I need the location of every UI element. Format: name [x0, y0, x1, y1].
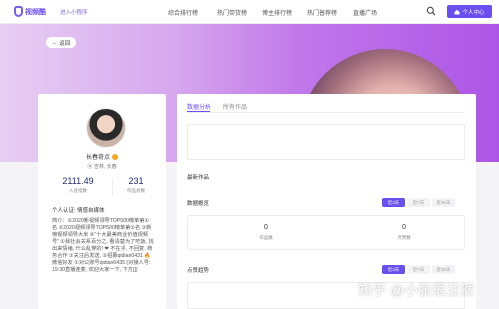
trend-range-30d[interactable]: 近30天: [432, 265, 455, 274]
certification: 个人认证: 情感自媒体: [52, 208, 105, 214]
personal-center-button[interactable]: 个人中心: [447, 5, 492, 18]
works-value: 231: [128, 176, 144, 186]
logo-text: 视频酷: [25, 8, 46, 16]
arrow-left-icon: ←: [51, 39, 58, 46]
likes-label: 入驻指数: [69, 188, 87, 193]
summary-box: [187, 124, 465, 160]
profile-intro: 简介：①2020新视频领导TOP500榜单第①名 ②2020视频领导TOP500…: [52, 218, 154, 273]
tab-all-works[interactable]: 所有作品: [223, 102, 247, 111]
profile-name: 长春奇点: [85, 155, 110, 161]
nav-blogger-rank[interactable]: 博主排行榜: [262, 8, 292, 17]
tab-divider: [187, 112, 465, 113]
likes-count-value: 0: [402, 224, 406, 231]
overview-range-7d[interactable]: 近7天: [407, 198, 430, 207]
trend-range-7d[interactable]: 近7天: [407, 265, 430, 274]
profile-location: 吉林, 长春: [93, 164, 117, 170]
active-tab-indicator: [187, 111, 210, 112]
back-button[interactable]: ← 返回: [46, 37, 76, 48]
personal-center-label: 个人中心: [462, 9, 485, 16]
overview-range-30d[interactable]: 近30天: [432, 198, 455, 207]
overview-box: 0 作品数 0 点赞数: [187, 215, 465, 250]
works-count-label: 作品数: [259, 235, 273, 240]
profile-name-row: 长春奇点: [38, 152, 166, 161]
analysis-panel: 数据分析 所有作品 最新作品 数据概览 近3天 近7天 近30天 0 作品数 0…: [177, 94, 476, 309]
overview-range-selector: 近3天 近7天 近30天: [382, 198, 455, 207]
zhihu-watermark: 知乎 @小张很注然: [358, 282, 475, 298]
back-label: 返回: [59, 40, 71, 47]
top-navbar: 视频酷 进入小程序 综合排行榜 热门带货榜 博主排行榜 热门普荐榜 直播广场 个…: [0, 0, 499, 24]
overview-range-3d[interactable]: 近3天: [382, 198, 405, 207]
likes-count-label: 点赞数: [397, 235, 411, 240]
trend-range-selector: 近3天 近7天 近30天: [382, 265, 455, 274]
nav-live-square[interactable]: 直播广场: [353, 8, 377, 17]
location-pin-icon: ⦿: [87, 164, 93, 170]
trend-range-3d[interactable]: 近3天: [382, 265, 405, 274]
likes-value: 2111.49: [62, 176, 94, 186]
works-label: 作品总数: [127, 188, 145, 193]
tab-data-analysis[interactable]: 数据分析: [187, 102, 211, 111]
latest-works-title: 最新作品: [187, 175, 210, 181]
works-count-value: 0: [264, 224, 268, 231]
avatar: [86, 108, 126, 148]
search-icon[interactable]: [426, 6, 436, 16]
profile-location-row: ⦿ 吉林, 长春: [38, 163, 166, 170]
home-icon: [454, 9, 460, 14]
likes-trend-title: 点赞趋势: [187, 268, 210, 274]
data-overview-title: 数据概览: [187, 201, 210, 207]
stats-divider: [112, 178, 113, 196]
mini-program-link[interactable]: 进入小程序: [60, 8, 88, 16]
nav-hot-recommend-rank[interactable]: 热门普荐榜: [307, 8, 337, 17]
logo-icon: [14, 6, 23, 17]
profile-card: 长春奇点 ⦿ 吉林, 长春 2111.49 入驻指数 231 作品总数 个人认证…: [38, 94, 166, 309]
nav-hot-goods-rank[interactable]: 热门带货榜: [217, 8, 247, 17]
nav-comprehensive-rank[interactable]: 综合排行榜: [168, 8, 198, 17]
logo[interactable]: 视频酷: [14, 6, 46, 17]
verified-badge-icon: [112, 154, 118, 161]
